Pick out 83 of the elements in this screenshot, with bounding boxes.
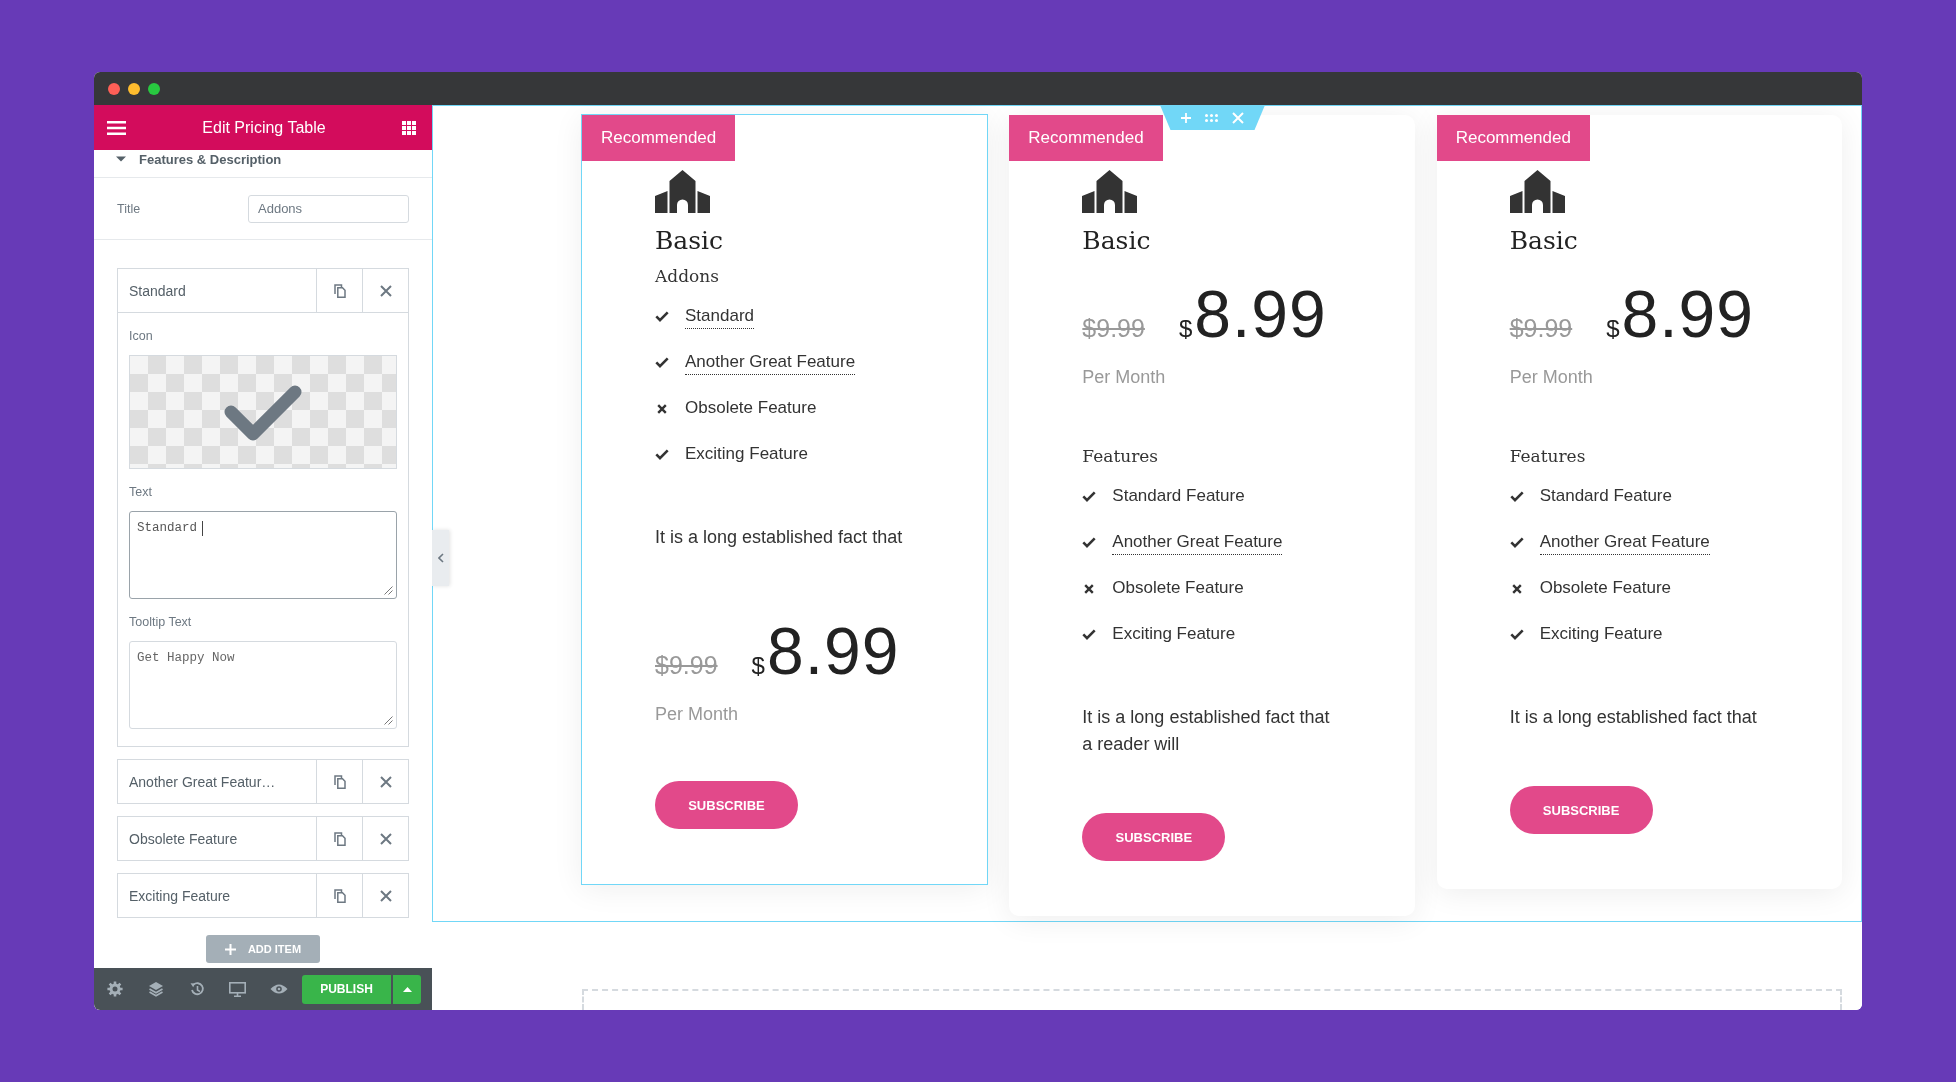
feature-text: Exciting Feature <box>685 443 808 465</box>
feature-text: Another Great Feature <box>1539 530 1710 555</box>
repeater-item-title[interactable]: Another Great Featur… <box>118 760 316 803</box>
building-icon <box>1509 170 1565 213</box>
feature-text: Standard Feature <box>1539 485 1672 507</box>
plan-subtitle: Addons <box>655 265 720 288</box>
ribbon: Recommended <box>1009 115 1163 161</box>
window-close-dot-icon[interactable] <box>108 82 120 95</box>
publish-options-button[interactable] <box>393 974 421 1004</box>
currency-symbol: $ <box>751 652 765 680</box>
window-maximize-dot-icon[interactable] <box>148 82 160 95</box>
features-heading: Features <box>1509 445 1587 468</box>
field-label: Text <box>129 484 153 500</box>
old-price: $9.99 <box>655 651 718 680</box>
plan-description: It is a long established fact that a reader will <box>1082 706 1331 756</box>
plan-title: Basic <box>655 225 725 257</box>
caret-up-icon <box>402 986 412 992</box>
eye-icon[interactable] <box>269 983 288 995</box>
old-price: $9.99 <box>1082 314 1145 343</box>
subscribe-button[interactable]: SUBSCRIBE <box>655 781 798 829</box>
text-area[interactable]: Get Happy Now <box>129 641 397 729</box>
feature-text: Obsolete Feature <box>1112 577 1244 599</box>
price-amount: 8.99 <box>1621 281 1755 347</box>
ribbon: Recommended <box>582 115 736 161</box>
copy-icon <box>333 774 346 789</box>
price-amount: 8.99 <box>766 618 900 684</box>
resize-grip-icon[interactable] <box>384 716 393 725</box>
plan-description: It is a long established fact that <box>655 526 904 549</box>
currency-symbol: $ <box>1606 315 1620 343</box>
price-amount: 8.99 <box>1194 281 1327 347</box>
subscribe-button[interactable]: SUBSCRIBE <box>1082 813 1226 861</box>
close-icon <box>379 775 392 788</box>
settings-icon[interactable] <box>106 981 123 997</box>
feature-text: Standard Feature <box>1112 485 1245 507</box>
text-area[interactable]: Standard <box>129 511 397 599</box>
field-label: Icon <box>129 328 154 344</box>
copy-icon <box>333 283 346 298</box>
feature-text: Another Great Feature <box>685 350 856 375</box>
panel-title: Edit Pricing Table <box>202 118 326 137</box>
close-icon <box>379 832 392 845</box>
window-minimize-dot-icon[interactable] <box>128 82 140 95</box>
copy-icon <box>333 888 346 903</box>
feature-text: Exciting Feature <box>1112 623 1236 645</box>
billing-period: Per Month <box>1082 366 1167 389</box>
feature-text: Obsolete Feature <box>685 397 817 419</box>
repeater-item-title[interactable]: Standard <box>118 269 316 312</box>
layers-icon[interactable] <box>147 981 164 997</box>
billing-period: Per Month <box>655 703 740 726</box>
feature-text: Another Great Feature <box>1112 530 1283 555</box>
panel-collapse-button[interactable] <box>432 530 449 586</box>
title-input-field[interactable]: Addons <box>248 194 409 223</box>
building-icon <box>655 170 710 213</box>
old-price: $9.99 <box>1509 314 1573 343</box>
plan-title: Basic <box>1082 225 1152 257</box>
apps-grid-icon[interactable] <box>402 120 416 135</box>
ribbon: Recommended <box>1436 115 1590 161</box>
section-toggle[interactable]: Features & Description <box>116 152 282 166</box>
resize-grip-icon[interactable] <box>384 586 393 595</box>
plan-description: It is a long established fact that <box>1509 706 1758 729</box>
building-icon <box>1082 170 1138 213</box>
field-label: Title <box>117 200 141 217</box>
field-label: Tooltip Text <box>129 614 193 630</box>
plus-icon <box>224 943 236 955</box>
feature-text: Obsolete Feature <box>1539 577 1671 599</box>
desktop-icon[interactable] <box>229 981 246 997</box>
chevron-left-icon <box>437 553 444 563</box>
history-icon[interactable] <box>188 981 205 997</box>
close-icon <box>379 284 392 297</box>
plan-title: Basic <box>1509 225 1579 257</box>
features-heading: Features <box>1082 445 1160 468</box>
subscribe-button[interactable]: SUBSCRIBE <box>1509 786 1653 834</box>
icon-preview[interactable] <box>129 355 397 469</box>
feature-text: Exciting Feature <box>1539 623 1663 645</box>
text-cursor-icon <box>202 521 203 536</box>
repeater-item-title[interactable]: Obsolete Feature <box>118 817 316 860</box>
copy-icon <box>333 831 346 846</box>
feature-text: Standard <box>685 304 754 329</box>
menu-icon[interactable] <box>107 120 126 135</box>
currency-symbol: $ <box>1178 315 1193 343</box>
billing-period: Per Month <box>1509 366 1594 389</box>
repeater-item-title[interactable]: Exciting Feature <box>118 874 316 917</box>
close-icon <box>379 889 392 902</box>
drag-handle-icon[interactable] <box>1205 113 1218 122</box>
